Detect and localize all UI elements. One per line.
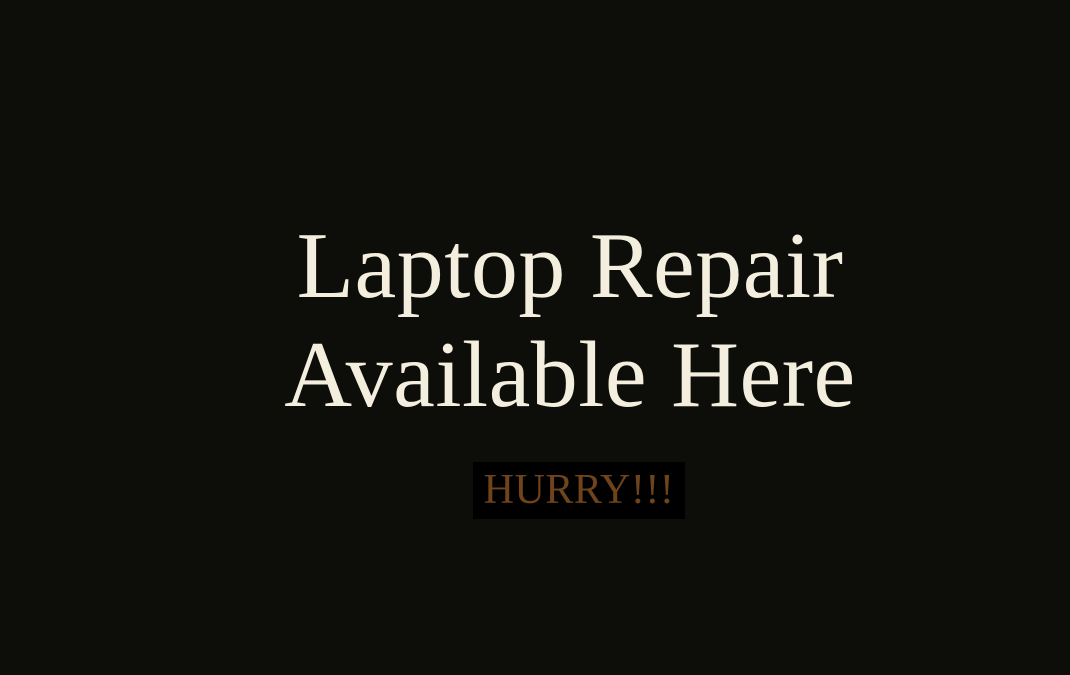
hero-section: Laptop Repair Available Here [0,212,1070,430]
headline-line-1: Laptop Repair [296,214,844,318]
page: { "headline": { "line1": "Laptop Repair"… [0,0,1070,675]
headline: Laptop Repair Available Here [0,212,1070,430]
headline-line-2: Available Here [284,323,856,427]
hurry-text: HURRY!!! [483,467,675,513]
hurry-banner: HURRY!!! [473,462,685,519]
